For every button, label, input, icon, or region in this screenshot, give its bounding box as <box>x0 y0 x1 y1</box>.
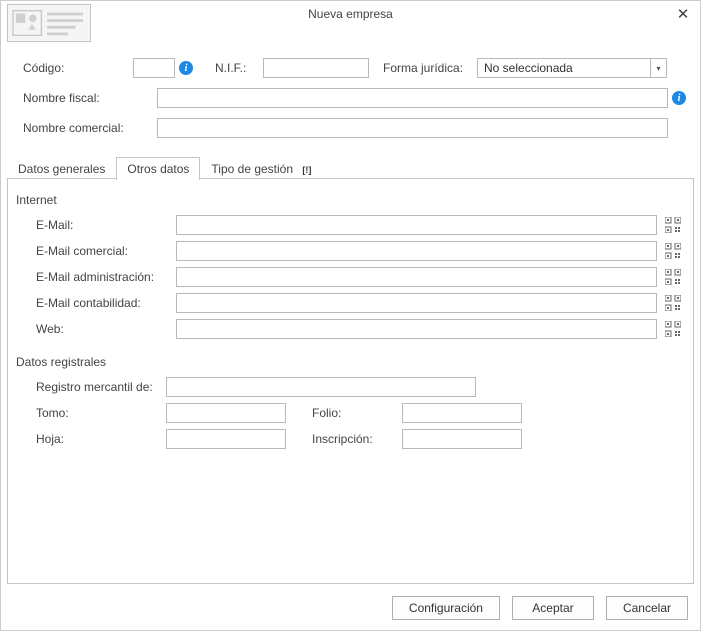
nombre-comercial-label: Nombre comercial: <box>15 121 133 135</box>
folio-input[interactable] <box>402 403 522 423</box>
qr-icon-web[interactable] <box>663 321 683 337</box>
codigo-label: Código: <box>15 61 133 75</box>
configuracion-button[interactable]: Configuración <box>392 596 500 620</box>
email-admin-input[interactable] <box>176 267 657 287</box>
tomo-input[interactable] <box>166 403 286 423</box>
registro-mercantil-label: Registro mercantil de: <box>36 380 166 394</box>
tab-otros-datos[interactable]: Otros datos <box>116 157 200 180</box>
nombre-comercial-input[interactable] <box>157 118 668 138</box>
close-button[interactable]: ✕ <box>674 5 692 23</box>
header-form: Código: i N.I.F.: Forma jurídica: No sel… <box>1 39 700 155</box>
tab-tipo-gestion[interactable]: Tipo de gestión [!] <box>200 157 324 180</box>
codigo-input[interactable] <box>133 58 175 78</box>
internet-group-title: Internet <box>16 193 683 207</box>
qr-icon-email[interactable] <box>663 217 683 233</box>
dialog-title: Nueva empresa <box>308 7 393 21</box>
qr-icon-email-comercial[interactable] <box>663 243 683 259</box>
tomo-label: Tomo: <box>36 406 166 420</box>
warning-badge-icon: [!] <box>300 165 313 175</box>
web-label: Web: <box>12 322 176 336</box>
email-admin-label: E-Mail administración: <box>12 270 176 284</box>
titlebar: Nueva empresa ✕ <box>1 1 700 39</box>
inscripcion-label: Inscripción: <box>312 432 402 446</box>
email-label: E-Mail: <box>12 218 176 232</box>
email-comercial-label: E-Mail comercial: <box>12 244 176 258</box>
info-icon[interactable]: i <box>179 61 193 75</box>
nif-input[interactable] <box>263 58 369 78</box>
forma-juridica-value: No seleccionada <box>478 61 650 75</box>
nombre-fiscal-input[interactable] <box>157 88 668 108</box>
tab-datos-generales[interactable]: Datos generales <box>7 157 116 180</box>
datos-registrales-grid: Registro mercantil de: Tomo: Folio: Hoja… <box>12 377 683 449</box>
dialog-footer: Configuración Aceptar Cancelar <box>1 590 700 630</box>
forma-juridica-select[interactable]: No seleccionada ▾ <box>477 58 667 78</box>
registral-group-title: Datos registrales <box>16 355 683 369</box>
email-comercial-input[interactable] <box>176 241 657 261</box>
web-input[interactable] <box>176 319 657 339</box>
tab-strip: Datos generales Otros datos Tipo de gest… <box>1 155 700 179</box>
forma-juridica-label: Forma jurídica: <box>383 61 477 75</box>
folio-label: Folio: <box>312 406 402 420</box>
nif-label: N.I.F.: <box>215 61 263 75</box>
dialog-nueva-empresa: Nueva empresa ✕ Código: i N.I.F.: Forma … <box>1 1 700 630</box>
qr-icon-email-cont[interactable] <box>663 295 683 311</box>
registro-mercantil-input[interactable] <box>166 377 476 397</box>
aceptar-button[interactable]: Aceptar <box>512 596 594 620</box>
inscripcion-input[interactable] <box>402 429 522 449</box>
email-cont-label: E-Mail contabilidad: <box>12 296 176 310</box>
hoja-input[interactable] <box>166 429 286 449</box>
hoja-label: Hoja: <box>36 432 166 446</box>
email-cont-input[interactable] <box>176 293 657 313</box>
chevron-down-icon[interactable]: ▾ <box>650 59 666 77</box>
qr-icon-email-admin[interactable] <box>663 269 683 285</box>
nombre-fiscal-label: Nombre fiscal: <box>15 91 133 105</box>
tab-content-otros-datos: Internet E-Mail: E-Mail comercial: E-Mai… <box>7 179 694 584</box>
company-icon <box>7 4 91 42</box>
email-input[interactable] <box>176 215 657 235</box>
cancelar-button[interactable]: Cancelar <box>606 596 688 620</box>
info-icon-fiscal[interactable]: i <box>672 91 686 105</box>
